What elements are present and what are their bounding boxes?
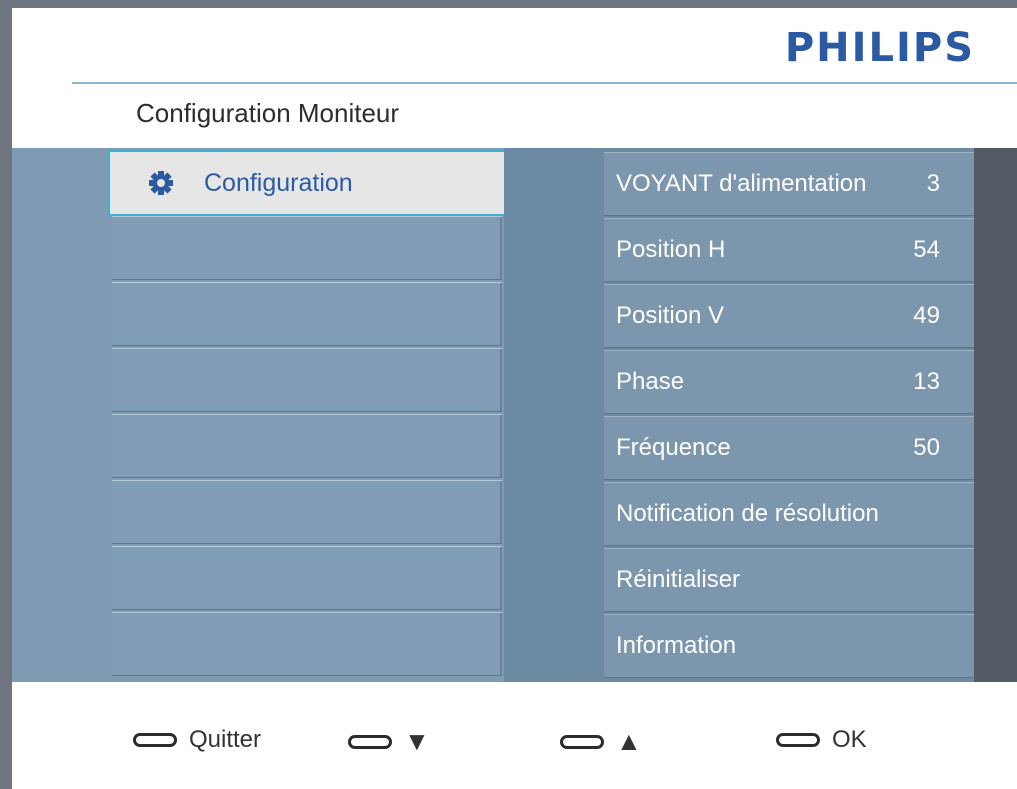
setting-value: 54 [913, 236, 940, 263]
setting-label: VOYANT d'alimentation [616, 170, 867, 197]
button-pill-icon [348, 734, 392, 749]
menu-item-label: Configuration [204, 168, 353, 197]
setting-phase[interactable]: Phase 13 [604, 350, 974, 414]
down-button[interactable]: ▼ [348, 726, 430, 757]
menu-title: Configuration Moniteur [136, 98, 400, 128]
menu-item-empty[interactable] [112, 348, 502, 412]
setting-label: Position H [616, 236, 726, 263]
button-pill-icon [560, 734, 604, 749]
menu-item-empty[interactable] [112, 282, 502, 346]
setting-resolution-notification[interactable]: Notification de résolution [604, 482, 974, 546]
setting-label: Position V [616, 302, 725, 329]
setting-label: Réinitialiser [616, 566, 741, 593]
control-hints: Quitter ▼ ▲ OK [0, 700, 1017, 789]
setting-value: 13 [913, 368, 940, 395]
down-arrow-icon: ▼ [404, 726, 430, 756]
button-pill-icon [776, 733, 820, 747]
brand-logo: PHILIPS [784, 25, 975, 71]
setting-position-h[interactable]: Position H 54 [604, 218, 974, 282]
ok-label: OK [832, 726, 867, 753]
menu-item-empty[interactable] [112, 216, 502, 280]
osd-panel: Configuration VOYANT d'alimentation 3 Po… [12, 148, 1017, 682]
header-divider [72, 82, 1017, 84]
main-menu: Configuration [12, 148, 506, 682]
menu-item-empty[interactable] [112, 414, 502, 478]
ok-button[interactable]: OK [776, 726, 867, 754]
menu-item-empty[interactable] [112, 546, 502, 610]
up-button[interactable]: ▲ [560, 726, 642, 757]
setting-label: Information [616, 632, 737, 659]
setting-value: 49 [913, 302, 940, 329]
submenu: VOYANT d'alimentation 3 Position H 54 Po… [504, 148, 974, 682]
setting-label: Phase [616, 368, 685, 395]
setting-reset[interactable]: Réinitialiser [604, 548, 974, 612]
menu-item-empty[interactable] [112, 612, 502, 676]
quit-button[interactable]: Quitter [133, 726, 261, 754]
setting-label: Notification de résolution [616, 500, 879, 527]
up-arrow-icon: ▲ [616, 726, 642, 756]
setting-power-led[interactable]: VOYANT d'alimentation 3 [604, 152, 974, 216]
setting-label: Fréquence [616, 434, 731, 461]
menu-item-empty[interactable] [112, 480, 502, 544]
setting-position-v[interactable]: Position V 49 [604, 284, 974, 348]
setting-value: 3 [926, 170, 940, 197]
gear-icon [148, 170, 174, 196]
button-pill-icon [133, 733, 177, 747]
setting-value: 50 [913, 434, 940, 461]
setting-frequency[interactable]: Fréquence 50 [604, 416, 974, 480]
quit-label: Quitter [189, 726, 262, 753]
side-strip [974, 148, 1017, 682]
setting-information[interactable]: Information [604, 614, 974, 678]
menu-item-configuration[interactable]: Configuration [108, 150, 506, 216]
